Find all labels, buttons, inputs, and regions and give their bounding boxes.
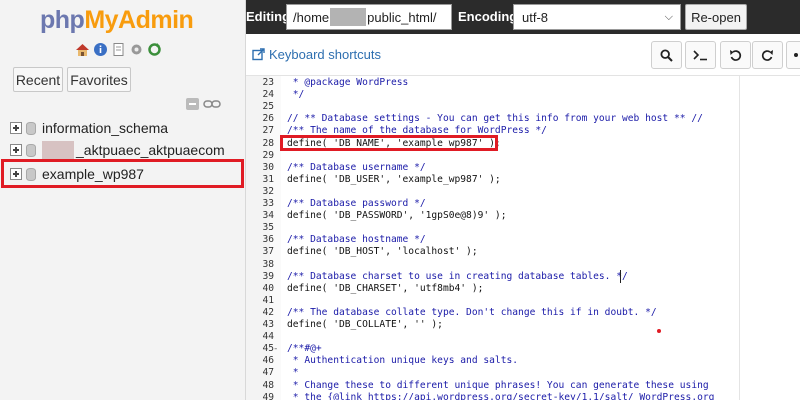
line-number: 25 bbox=[262, 101, 274, 113]
database-item-information-schema[interactable]: information_schema bbox=[10, 117, 168, 139]
line-number: 47 bbox=[262, 367, 274, 379]
database-item-aktpuaecom[interactable]: _aktpuaec_aktpuaecom bbox=[10, 139, 225, 161]
line-number: 39 bbox=[262, 270, 274, 282]
expand-icon[interactable] bbox=[10, 144, 22, 156]
line-number: 23 bbox=[262, 77, 274, 88]
code-comment-line[interactable]: * @package WordPress bbox=[287, 77, 409, 89]
line-number: 49 bbox=[262, 391, 274, 400]
print-margin bbox=[739, 76, 740, 400]
external-link-icon bbox=[252, 48, 265, 61]
line-number: 46 bbox=[262, 355, 274, 367]
chevron-down-icon: ⌵ bbox=[664, 11, 673, 23]
code-comment-line[interactable]: // ** Database settings - You can get th… bbox=[287, 113, 703, 125]
line-number: 27 bbox=[262, 125, 274, 137]
redo-button[interactable] bbox=[752, 41, 783, 69]
collapse-all-icon[interactable] bbox=[186, 98, 199, 110]
more-button[interactable] bbox=[786, 41, 800, 69]
line-number: 45 bbox=[262, 343, 274, 355]
undo-button[interactable] bbox=[720, 41, 751, 69]
code-comment-line[interactable]: /** Database username */ bbox=[287, 162, 426, 174]
recent-button[interactable]: Recent bbox=[13, 67, 63, 92]
code-comment-line[interactable]: /**#@+ bbox=[287, 343, 322, 355]
expand-icon[interactable] bbox=[10, 122, 22, 134]
database-highlight-box bbox=[1, 159, 244, 188]
line-number: 37 bbox=[262, 246, 274, 258]
undo-icon bbox=[730, 49, 742, 61]
file-path-field[interactable]: /home public_html/ bbox=[286, 4, 452, 30]
docs-icon[interactable] bbox=[111, 42, 126, 57]
code-line[interactable]: define( 'DB_USER', 'example_wp987' ); bbox=[287, 174, 501, 186]
code-line[interactable]: define( 'DB_PASSWORD', '1gpS0e@8)9' ); bbox=[287, 210, 507, 222]
line-number: 33 bbox=[262, 198, 274, 209]
link-with-main-panel-icon[interactable] bbox=[203, 99, 221, 109]
code-line[interactable]: define( 'DB_HOST', 'localhost' ); bbox=[287, 246, 478, 258]
line-number: 32 bbox=[262, 185, 274, 197]
line-number: 28 bbox=[262, 137, 274, 149]
database-icon bbox=[26, 143, 36, 157]
annotation-dot bbox=[657, 329, 661, 333]
code-editor[interactable]: 23 * @package WordPress 24 */ 25 26 // ** Da… bbox=[246, 76, 800, 400]
code-comment-line[interactable]: * Authentication unique keys and salts. bbox=[287, 355, 518, 367]
db-name-highlight-box bbox=[280, 135, 498, 151]
encoding-select[interactable]: utf-8 ⌵ bbox=[513, 4, 681, 30]
code-comment-line[interactable]: * Change these to different unique phras… bbox=[287, 380, 709, 392]
line-number: 30 bbox=[262, 161, 274, 173]
code-comment-line[interactable]: /** The database collate type. Don't cha… bbox=[287, 307, 657, 319]
more-icon bbox=[794, 53, 798, 57]
line-number: 36 bbox=[262, 234, 274, 246]
database-icon bbox=[26, 121, 36, 135]
redacted-prefix bbox=[42, 141, 74, 159]
database-name[interactable]: information_schema bbox=[42, 120, 168, 136]
info-icon[interactable] bbox=[93, 42, 108, 57]
keyboard-shortcuts-link[interactable]: Keyboard shortcuts bbox=[252, 47, 381, 62]
code-comment-line[interactable]: * bbox=[287, 367, 299, 379]
line-number: 34 bbox=[262, 210, 274, 222]
encoding-value: utf-8 bbox=[522, 9, 549, 25]
logo-myadmin-text: MyAdmin bbox=[84, 6, 194, 34]
code-line[interactable]: define( 'DB_CHARSET', 'utf8mb4' ); bbox=[287, 283, 483, 295]
line-number: 40 bbox=[262, 282, 274, 294]
code-comment-line[interactable]: /** Database charset to use in creating … bbox=[287, 271, 628, 283]
line-number: 29 bbox=[262, 149, 274, 161]
redo-icon bbox=[761, 49, 773, 61]
code-comment-line[interactable]: /** Database hostname */ bbox=[287, 234, 426, 246]
code-comment-line[interactable]: * the {@link https://api.wordpress.org/s… bbox=[287, 392, 715, 400]
line-number: 41 bbox=[262, 294, 274, 306]
line-number: 44 bbox=[262, 331, 274, 343]
line-number: 24 bbox=[262, 89, 274, 101]
line-number: 43 bbox=[262, 319, 274, 330]
line-number: 31 bbox=[262, 173, 274, 185]
text-cursor bbox=[620, 270, 621, 284]
code-comment-line[interactable]: */ bbox=[287, 89, 305, 101]
terminal-icon bbox=[693, 50, 707, 61]
search-icon bbox=[660, 48, 673, 62]
line-number: 42 bbox=[262, 306, 274, 318]
settings-icon[interactable] bbox=[129, 42, 144, 57]
navigation-panel: phpMyAdmin Recent Favorites information_… bbox=[0, 0, 246, 400]
logo-php-text: php bbox=[40, 6, 85, 34]
line-number: 38 bbox=[262, 258, 274, 270]
line-number: 26 bbox=[262, 113, 274, 125]
home-icon[interactable] bbox=[75, 42, 90, 57]
phpmyadmin-logo[interactable]: phpMyAdmin bbox=[40, 6, 194, 35]
code-comment-line[interactable]: /** Database password */ bbox=[287, 198, 426, 210]
line-number: 48 bbox=[262, 379, 274, 391]
code-line[interactable]: define( 'DB_COLLATE', '' ); bbox=[287, 319, 443, 331]
database-name[interactable]: _aktpuaec_aktpuaecom bbox=[76, 142, 225, 158]
fold-toggle-icon[interactable]: - bbox=[273, 343, 281, 355]
favorites-button[interactable]: Favorites bbox=[67, 67, 131, 92]
editor-header-bar: Editing: /home public_html/ Encoding: utf… bbox=[246, 0, 800, 34]
terminal-button[interactable] bbox=[685, 41, 716, 69]
keyboard-shortcuts-label: Keyboard shortcuts bbox=[269, 47, 382, 62]
encoding-label: Encoding: bbox=[458, 9, 522, 24]
redacted-path-segment bbox=[330, 8, 367, 26]
editor-toolbar: Keyboard shortcuts bbox=[246, 34, 800, 76]
path-prefix: /home bbox=[293, 9, 330, 25]
reload-icon[interactable] bbox=[147, 42, 162, 57]
line-number: 35 bbox=[262, 222, 274, 234]
nav-icon-row bbox=[75, 42, 162, 57]
path-suffix: public_html/ bbox=[367, 9, 437, 25]
search-button[interactable] bbox=[651, 41, 682, 69]
reopen-button[interactable]: Re-open bbox=[685, 4, 747, 30]
